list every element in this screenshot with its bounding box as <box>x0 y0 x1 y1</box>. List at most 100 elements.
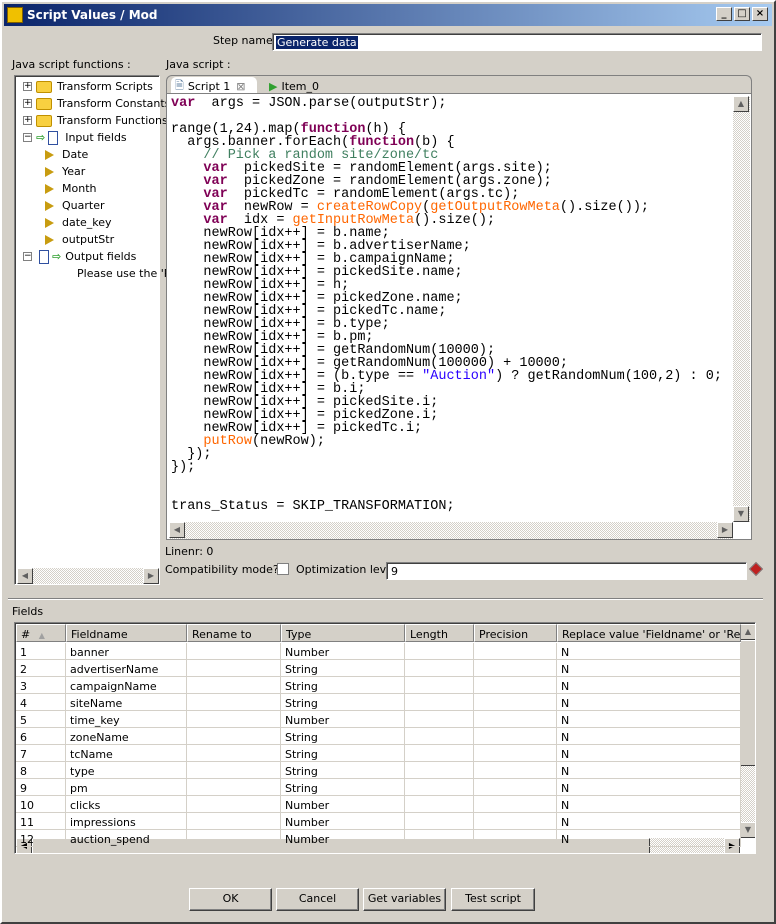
table-cell[interactable] <box>474 745 557 762</box>
table-cell[interactable] <box>187 677 281 694</box>
table-cell[interactable] <box>474 762 557 779</box>
table-cell[interactable] <box>405 677 474 694</box>
column-header[interactable]: Fieldname <box>66 624 187 642</box>
step-name-input[interactable]: Generate data <box>272 33 762 51</box>
collapse-icon[interactable]: − <box>23 252 32 261</box>
table-cell[interactable]: String <box>281 779 405 796</box>
expand-icon[interactable]: + <box>23 116 32 125</box>
tree-item-date[interactable]: Date <box>45 146 88 163</box>
table-cell[interactable] <box>474 779 557 796</box>
table-cell[interactable] <box>187 796 281 813</box>
table-cell[interactable]: N <box>557 813 741 830</box>
table-cell[interactable]: String <box>281 745 405 762</box>
table-cell[interactable] <box>474 796 557 813</box>
table-cell[interactable]: String <box>281 728 405 745</box>
table-vscrollbar[interactable]: ▲ ▼ <box>740 624 755 838</box>
test-script-button[interactable]: Test script <box>451 888 535 911</box>
column-header[interactable]: Length <box>405 624 474 642</box>
table-cell[interactable] <box>187 830 281 847</box>
maximize-button[interactable]: □ <box>734 7 750 21</box>
column-header[interactable]: # ▲ <box>16 624 66 642</box>
optimization-level-input[interactable]: 9 <box>386 562 747 580</box>
scroll-down-button[interactable]: ▼ <box>740 822 755 838</box>
scroll-thumb[interactable] <box>740 640 755 766</box>
cancel-button[interactable]: Cancel <box>276 888 359 911</box>
tree-item-month[interactable]: Month <box>45 180 96 197</box>
table-cell[interactable]: N <box>557 643 741 660</box>
table-cell[interactable]: pm <box>66 779 187 796</box>
tree-item-year[interactable]: Year <box>45 163 85 180</box>
table-cell[interactable]: 11 <box>16 813 66 830</box>
table-cell[interactable]: N <box>557 711 741 728</box>
table-cell[interactable]: N <box>557 779 741 796</box>
table-cell[interactable] <box>405 694 474 711</box>
table-cell[interactable]: N <box>557 728 741 745</box>
table-cell[interactable]: String <box>281 677 405 694</box>
table-cell[interactable] <box>474 711 557 728</box>
column-header[interactable]: Precision <box>474 624 557 642</box>
table-cell[interactable]: 5 <box>16 711 66 728</box>
expand-icon[interactable]: + <box>23 82 32 91</box>
column-header[interactable]: Rename to <box>187 624 281 642</box>
table-cell[interactable] <box>405 711 474 728</box>
minimize-button[interactable]: _ <box>716 7 732 21</box>
tree-hscrollbar[interactable]: ◀ ▶ <box>17 568 159 584</box>
scroll-left-button[interactable]: ◀ <box>17 568 33 584</box>
expand-icon[interactable]: + <box>23 99 32 108</box>
tree-item-outputstr[interactable]: outputStr <box>45 231 114 248</box>
table-cell[interactable]: impressions <box>66 813 187 830</box>
table-cell[interactable] <box>474 677 557 694</box>
table-cell[interactable] <box>405 779 474 796</box>
scroll-down-button[interactable]: ▼ <box>733 506 749 522</box>
table-cell[interactable] <box>187 643 281 660</box>
table-cell[interactable]: 7 <box>16 745 66 762</box>
table-cell[interactable]: banner <box>66 643 187 660</box>
column-header[interactable]: Type <box>281 624 405 642</box>
table-cell[interactable]: Number <box>281 643 405 660</box>
close-tab-icon[interactable]: ⊠ <box>236 80 245 93</box>
table-cell[interactable]: 2 <box>16 660 66 677</box>
table-cell[interactable]: clicks <box>66 796 187 813</box>
table-cell[interactable]: N <box>557 660 741 677</box>
tree-item-please-use-the-re[interactable]: Please use the 'Re <box>77 265 178 282</box>
scroll-right-button[interactable]: ▶ <box>717 522 733 538</box>
table-cell[interactable] <box>474 728 557 745</box>
tree-item-input-fields[interactable]: − ⇨ Input fields <box>23 129 127 146</box>
compat-mode-checkbox[interactable] <box>277 563 289 575</box>
title-bar[interactable]: Script Values / Mod _ □ × <box>4 4 772 26</box>
tree-item-transform-constants[interactable]: + Transform Constants <box>23 95 170 112</box>
column-header[interactable]: Replace value 'Fieldname' or 'Rename <box>557 624 741 642</box>
table-cell[interactable]: N <box>557 745 741 762</box>
table-cell[interactable] <box>405 745 474 762</box>
close-button[interactable]: × <box>752 7 768 21</box>
table-cell[interactable] <box>405 813 474 830</box>
table-cell[interactable] <box>405 796 474 813</box>
get-variables-button[interactable]: Get variables <box>363 888 446 911</box>
table-cell[interactable]: 1 <box>16 643 66 660</box>
table-cell[interactable]: campaignName <box>66 677 187 694</box>
table-cell[interactable]: 8 <box>16 762 66 779</box>
table-cell[interactable]: type <box>66 762 187 779</box>
table-cell[interactable] <box>405 728 474 745</box>
table-cell[interactable]: zoneName <box>66 728 187 745</box>
table-cell[interactable] <box>405 660 474 677</box>
table-cell[interactable] <box>187 711 281 728</box>
table-cell[interactable]: N <box>557 762 741 779</box>
table-cell[interactable]: Number <box>281 830 405 847</box>
ok-button[interactable]: OK <box>189 888 272 911</box>
code-text[interactable]: var args = JSON.parse(outputStr); range(1… <box>171 97 722 514</box>
table-cell[interactable]: 10 <box>16 796 66 813</box>
table-cell[interactable] <box>405 762 474 779</box>
table-cell[interactable]: siteName <box>66 694 187 711</box>
table-cell[interactable]: Number <box>281 711 405 728</box>
table-cell[interactable] <box>405 643 474 660</box>
table-cell[interactable]: time_key <box>66 711 187 728</box>
script-editor[interactable]: var args = JSON.parse(outputStr); range(1… <box>166 93 752 540</box>
table-cell[interactable]: Number <box>281 796 405 813</box>
table-cell[interactable]: auction_spend <box>66 830 187 847</box>
tree-item-transform-functions[interactable]: + Transform Functions <box>23 112 168 129</box>
table-cell[interactable] <box>187 694 281 711</box>
table-cell[interactable] <box>187 660 281 677</box>
table-cell[interactable] <box>474 643 557 660</box>
table-cell[interactable] <box>474 694 557 711</box>
